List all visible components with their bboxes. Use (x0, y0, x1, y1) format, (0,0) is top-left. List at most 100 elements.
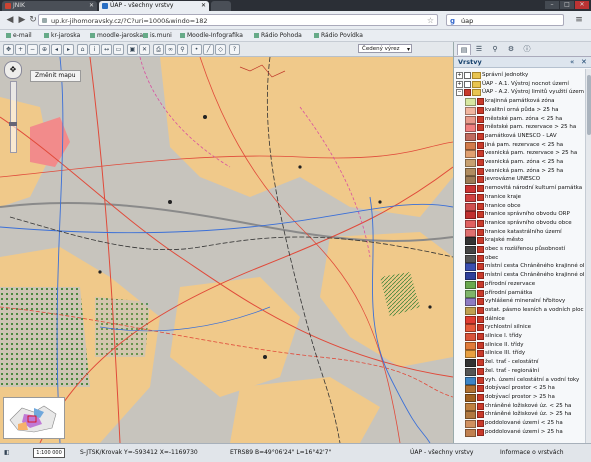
layer-checkbox[interactable] (477, 411, 484, 419)
layer-checkbox[interactable] (477, 193, 484, 201)
view-extent-select[interactable]: Čedený výrez ▾ (358, 44, 412, 53)
browser-search-box[interactable]: g úap (446, 14, 564, 26)
expand-icon[interactable]: + (456, 80, 463, 88)
layer-checkbox[interactable] (477, 298, 484, 306)
full-extent-icon[interactable]: ⌂ (77, 44, 88, 55)
layer-checkbox[interactable] (477, 132, 484, 140)
bookmark-item[interactable]: is.muni (143, 30, 172, 41)
layer-checkbox[interactable] (477, 167, 484, 175)
map-canvas[interactable]: ✥ Změnit mapu (0, 57, 453, 443)
help-icon[interactable]: ? (229, 44, 240, 55)
menu-icon[interactable]: ≡ (572, 14, 586, 26)
layer-checkbox[interactable] (477, 263, 484, 271)
layer-checkbox[interactable] (477, 367, 484, 375)
layer-checkbox[interactable] (477, 315, 484, 323)
close-window-icon[interactable]: ✕ (575, 1, 589, 9)
tab-search-icon[interactable]: ⚲ (489, 44, 501, 54)
layer-checkbox[interactable] (477, 141, 484, 149)
pan-tool-icon[interactable]: ✥ (3, 44, 14, 55)
link-icon[interactable]: ∞ (165, 44, 176, 55)
draw-point-icon[interactable]: • (191, 44, 202, 55)
layer-checkbox[interactable] (477, 428, 484, 436)
layer-checkbox[interactable] (477, 237, 484, 245)
layer-checkbox[interactable] (477, 115, 484, 123)
close-panel-icon[interactable]: ✕ (581, 57, 587, 68)
bookmark-item[interactable]: e-mail (6, 30, 32, 41)
layer-checkbox[interactable] (477, 98, 484, 106)
select-icon[interactable]: ▣ (127, 44, 138, 55)
layer-checkbox[interactable] (477, 272, 484, 280)
draw-polygon-icon[interactable]: ◇ (215, 44, 226, 55)
layer-checkbox[interactable] (477, 306, 484, 314)
layer-checkbox[interactable] (464, 80, 471, 88)
layer-checkbox[interactable] (477, 324, 484, 332)
pan-control-icon[interactable]: ✥ (4, 61, 22, 79)
layer-checkbox[interactable] (477, 228, 484, 236)
layer-checkbox[interactable] (477, 393, 484, 401)
layer-checkbox[interactable] (477, 211, 484, 219)
layer-checkbox[interactable] (477, 420, 484, 427)
layer-checkbox[interactable] (477, 350, 484, 358)
bookmark-item[interactable]: Rádio Povídka (314, 30, 363, 41)
layer-info-link[interactable]: Informace o vrstvách (500, 444, 564, 462)
browser-tab-1[interactable]: JNIK ✕ (2, 1, 97, 11)
layer-checkbox[interactable] (477, 402, 484, 410)
scrollbar-thumb[interactable] (587, 75, 591, 135)
zoom-box-icon[interactable]: ⊕ (39, 44, 50, 55)
minimize-icon[interactable]: – (545, 1, 559, 9)
clear-selection-icon[interactable]: ✕ (139, 44, 150, 55)
zoom-next-icon[interactable]: ▸ (63, 44, 74, 55)
layer-checkbox[interactable] (477, 280, 484, 288)
layer-checkbox[interactable] (477, 106, 484, 114)
bookmark-item[interactable]: Moodle-Infografika (180, 30, 243, 41)
tab-info-icon[interactable]: ⓘ (521, 44, 533, 54)
scale-box[interactable]: 1:100 000 (33, 448, 65, 458)
layer-checkbox[interactable] (477, 333, 484, 340)
layer-checkbox[interactable] (477, 150, 484, 158)
close-tab-icon[interactable]: ✕ (201, 1, 206, 11)
identify-icon[interactable]: i (89, 44, 100, 55)
close-tab-icon[interactable]: ✕ (89, 1, 94, 11)
layer-checkbox[interactable] (477, 202, 484, 210)
layer-checkbox[interactable] (477, 219, 484, 227)
tab-tools-icon[interactable]: ⚙ (505, 44, 517, 54)
browser-tab-2[interactable]: ÚAP - všechny vrstvy ✕ (99, 1, 209, 11)
measure-area-icon[interactable]: ▭ (113, 44, 124, 55)
bookmark-item[interactable]: kr-jaroska (44, 30, 80, 41)
collapse-panel-icon[interactable]: « (570, 57, 574, 68)
zoom-slider-handle[interactable] (9, 122, 17, 126)
layer-checkbox[interactable] (477, 185, 484, 193)
layer-checkbox[interactable] (477, 376, 484, 384)
address-bar[interactable]: up.kr-jihomoravsky.cz/?C?uri=1000&windo=… (38, 14, 438, 26)
bookmark-star-icon[interactable]: ☆ (427, 15, 434, 27)
tab-layers-icon[interactable]: ▤ (457, 44, 471, 55)
tab-legend-icon[interactable]: ☰ (473, 44, 485, 54)
search-icon[interactable]: ⚲ (177, 44, 188, 55)
zoom-previous-icon[interactable]: ◂ (51, 44, 62, 55)
layer-tree-scrollbar[interactable] (585, 69, 591, 443)
back-icon[interactable]: ◀ (4, 14, 16, 26)
overview-map[interactable] (3, 397, 65, 439)
layer-checkbox[interactable] (477, 246, 484, 253)
layer-checkbox[interactable] (477, 124, 484, 132)
layer-checkbox[interactable] (477, 385, 484, 393)
print-icon[interactable]: ⎙ (153, 44, 164, 55)
layer-checkbox[interactable] (464, 72, 471, 79)
zoom-in-tool-icon[interactable]: + (15, 44, 26, 55)
measure-distance-icon[interactable]: ↔ (101, 44, 112, 55)
bookmark-item[interactable]: Rádio Pohoda (254, 30, 302, 41)
bookmark-item[interactable]: moodle-jaroska (90, 30, 143, 41)
change-map-button[interactable]: Změnit mapu (30, 70, 81, 82)
layer-checkbox[interactable] (477, 176, 484, 184)
layer-checkbox[interactable] (464, 89, 471, 97)
layer-checkbox[interactable] (477, 341, 484, 349)
new-tab-button[interactable] (211, 1, 231, 11)
layer-checkbox[interactable] (477, 359, 484, 367)
maximize-icon[interactable]: □ (560, 1, 574, 9)
expand-icon[interactable]: + (456, 72, 463, 79)
layer-checkbox[interactable] (477, 159, 484, 166)
zoom-slider[interactable] (9, 81, 17, 153)
draw-line-icon[interactable]: ╱ (203, 44, 214, 55)
collapse-icon[interactable]: − (456, 89, 463, 97)
layer-checkbox[interactable] (477, 254, 484, 262)
